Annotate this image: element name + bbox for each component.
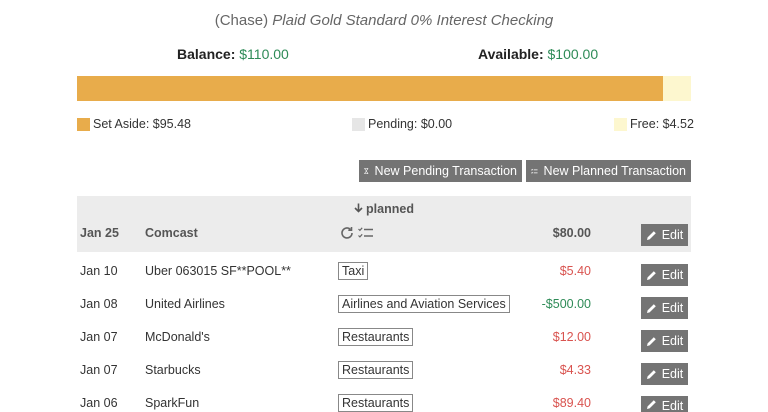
row-payee: McDonald's	[145, 330, 210, 344]
hourglass-icon	[364, 167, 369, 175]
row-category-tag[interactable]: Restaurants	[338, 328, 414, 346]
pencil-icon	[646, 369, 656, 379]
free-text: Free: $4.52	[630, 117, 694, 131]
set-aside-swatch	[77, 117, 90, 131]
row-edit-label: Edit	[661, 301, 684, 315]
free-swatch	[614, 117, 627, 131]
planned-header[interactable]: planned	[77, 202, 691, 216]
row-payee: Starbucks	[145, 363, 201, 377]
row-payee: Uber 063015 SF**POOL**	[145, 264, 291, 278]
pencil-icon	[646, 270, 656, 280]
allocation-free-segment	[663, 76, 691, 101]
new-planned-transaction-button[interactable]: New Planned Transaction	[526, 160, 691, 182]
row-amount: -$500.00	[541, 297, 591, 311]
row-edit-button[interactable]: Edit	[641, 363, 688, 385]
pending-text: Pending: $0.00	[368, 117, 453, 131]
new-planned-label: New Planned Transaction	[543, 164, 686, 178]
planned-amount: $80.00	[552, 226, 591, 240]
arrow-down-icon	[354, 203, 363, 213]
row-edit-label: Edit	[661, 268, 684, 282]
row-category-tag[interactable]: Restaurants	[338, 394, 414, 412]
checklist-icon	[358, 227, 373, 238]
row-category-tag[interactable]: Taxi	[338, 262, 369, 280]
recurring-icon	[341, 227, 353, 239]
balance-label: Balance:	[177, 46, 236, 62]
row-amount: $5.40	[559, 264, 591, 278]
set-aside-text: Set Aside: $95.48	[93, 117, 191, 131]
allocation-bar	[77, 76, 691, 101]
planned-section: planned Jan 25 Comcast $80.00 Edit	[77, 196, 691, 252]
pencil-icon	[646, 336, 656, 346]
row-amount: $89.40	[552, 396, 591, 410]
row-edit-button[interactable]: Edit	[641, 330, 688, 352]
row-edit-label: Edit	[661, 399, 684, 412]
row-edit-button[interactable]: Edit	[641, 297, 688, 319]
planned-edit-button[interactable]: Edit	[641, 224, 688, 246]
planned-label: planned	[366, 202, 414, 216]
row-edit-label: Edit	[661, 367, 684, 381]
planned-date: Jan 25	[80, 226, 119, 240]
balance-value: $110.00	[239, 46, 289, 62]
row-date: Jan 08	[80, 297, 118, 311]
row-date: Jan 06	[80, 396, 118, 410]
available-value: $100.00	[547, 46, 599, 62]
row-date: Jan 07	[80, 363, 118, 377]
pencil-icon	[646, 230, 656, 240]
planned-payee: Comcast	[145, 226, 198, 240]
row-date: Jan 07	[80, 330, 118, 344]
pencil-icon	[646, 400, 656, 409]
row-amount: $12.00	[552, 330, 591, 344]
available: Available: $100.00	[478, 46, 598, 62]
available-label: Available:	[478, 46, 544, 62]
row-category-tag[interactable]: Airlines and Aviation Services	[338, 295, 510, 313]
row-payee: SparkFun	[145, 396, 200, 410]
row-edit-button[interactable]: Edit	[641, 264, 688, 286]
row-date: Jan 10	[80, 264, 118, 278]
checklist-icon	[531, 168, 538, 174]
account-title: (Chase) Plaid Gold Standard 0% Interest …	[0, 12, 768, 29]
row-amount: $4.33	[559, 363, 591, 377]
row-category-tag[interactable]: Restaurants	[338, 361, 414, 379]
pencil-icon	[646, 303, 656, 313]
planned-icons	[340, 226, 374, 240]
pending-swatch	[352, 117, 365, 131]
bank-name: (Chase)	[214, 12, 269, 29]
legend-free: Free: $4.52	[614, 117, 694, 131]
legend-set-aside: Set Aside: $95.48	[77, 117, 191, 131]
planned-edit-label: Edit	[661, 228, 684, 242]
new-pending-label: New Pending Transaction	[374, 164, 517, 178]
allocation-set-aside-segment	[77, 76, 664, 101]
row-edit-button[interactable]: Edit	[641, 396, 688, 412]
account-name: Plaid Gold Standard 0% Interest Checking	[272, 12, 554, 29]
row-payee: United Airlines	[145, 297, 225, 311]
row-edit-label: Edit	[661, 334, 684, 348]
balance: Balance: $110.00	[177, 46, 289, 62]
new-pending-transaction-button[interactable]: New Pending Transaction	[359, 160, 522, 182]
legend-pending: Pending: $0.00	[352, 117, 452, 131]
